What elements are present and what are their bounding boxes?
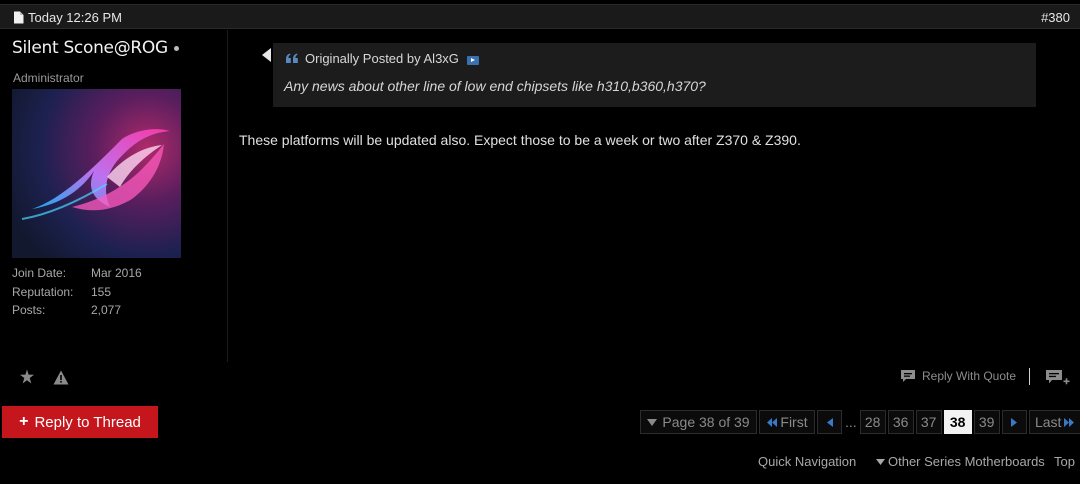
page-link-36[interactable]: 36: [887, 410, 914, 434]
report-warning-icon[interactable]: [53, 370, 69, 385]
next-page-link[interactable]: [1001, 410, 1027, 434]
first-page-link[interactable]: First: [759, 410, 815, 434]
quote-box: Originally Posted by Al3xG Any news abou…: [273, 43, 1036, 107]
multi-quote-icon[interactable]: [1045, 369, 1071, 386]
quote-text: Any news about other line of low end chi…: [284, 78, 706, 94]
page-link-39[interactable]: 39: [973, 410, 1000, 434]
caret-down-icon: [647, 418, 658, 426]
online-status-icon: [173, 45, 179, 51]
reply-to-thread-label[interactable]: Reply to Thread: [34, 414, 140, 431]
post-date: Today 12:26 PM: [13, 10, 122, 25]
username[interactable]: Silent Scone@ROG: [12, 38, 168, 58]
speech-bubble-icon: [901, 370, 915, 382]
user-title: Administrator: [13, 71, 84, 85]
forum-jump-dropdown[interactable]: Other Series Motherboards: [876, 454, 1045, 469]
posts-label: Posts:: [12, 303, 46, 317]
avatar[interactable]: [12, 89, 181, 258]
join-date-value: Mar 2016: [91, 266, 142, 280]
quote-author-text: Originally Posted by Al3xG: [305, 51, 459, 66]
caret-down-icon: [876, 458, 885, 465]
reputation-star-icon[interactable]: [19, 369, 35, 385]
last-page-link[interactable]: Last: [1028, 410, 1080, 434]
current-page-38: 38: [943, 410, 972, 434]
top-link[interactable]: Top: [1054, 454, 1075, 469]
posts-row: Posts: 2,077: [12, 303, 142, 322]
post-body: These platforms will be updated also. Ex…: [239, 132, 801, 148]
double-chevron-left-icon: [767, 417, 778, 427]
quote-pointer-icon: [262, 48, 271, 62]
post-number-link[interactable]: #380: [1041, 10, 1070, 25]
post-header: Today 12:26 PM #380: [0, 4, 1080, 29]
quick-navigation-link[interactable]: Quick Navigation: [758, 454, 856, 469]
page-jump-dropdown[interactable]: Page 38 of 39: [640, 410, 757, 434]
reputation-row: Reputation: 155: [12, 285, 142, 304]
reply-with-quote-button[interactable]: Reply With Quote: [900, 369, 1016, 383]
page-link-28[interactable]: 28: [859, 410, 886, 434]
page-info-text: Page 38 of 39: [662, 414, 750, 430]
reply-to-thread-button[interactable]: + Reply to Thread: [2, 406, 158, 438]
last-page-label[interactable]: Last: [1035, 414, 1061, 430]
join-date-label: Join Date:: [12, 266, 67, 280]
plus-icon: +: [19, 413, 29, 430]
forum-jump-label[interactable]: Other Series Motherboards: [888, 454, 1045, 469]
double-chevron-right-icon: [1064, 417, 1075, 427]
chevron-right-icon: [1011, 417, 1018, 427]
reputation-value: 155: [91, 284, 112, 299]
pagination-ellipsis: ...: [845, 414, 857, 430]
pagination: Page 38 of 39 First ... 28 36 37 38 39 L…: [640, 410, 1080, 434]
previous-page-link[interactable]: [817, 410, 842, 434]
footer-divider: [1029, 368, 1030, 385]
view-post-icon[interactable]: [466, 55, 479, 65]
post-controls-left: [19, 369, 69, 385]
posts-value: 2,077: [91, 303, 122, 317]
document-icon: [14, 11, 24, 24]
chevron-left-icon: [826, 417, 833, 427]
first-page-label[interactable]: First: [780, 414, 807, 430]
page-link-37[interactable]: 37: [915, 410, 942, 434]
join-date-row: Join Date: Mar 2016: [12, 266, 142, 285]
user-sidebar: Silent Scone@ROG Administrator Join Date…: [0, 30, 228, 362]
reputation-label: Reputation:: [12, 284, 74, 299]
rog-logo-avatar: [12, 89, 181, 258]
reply-with-quote-label[interactable]: Reply With Quote: [922, 369, 1016, 383]
user-info: Join Date: Mar 2016 Reputation: 155 Post…: [12, 266, 142, 322]
post-date-text: Today 12:26 PM: [28, 10, 122, 25]
quote-marks-icon: [286, 53, 298, 63]
username-link[interactable]: Silent Scone@ROG: [12, 38, 179, 58]
quote-header: Originally Posted by Al3xG: [285, 51, 479, 66]
